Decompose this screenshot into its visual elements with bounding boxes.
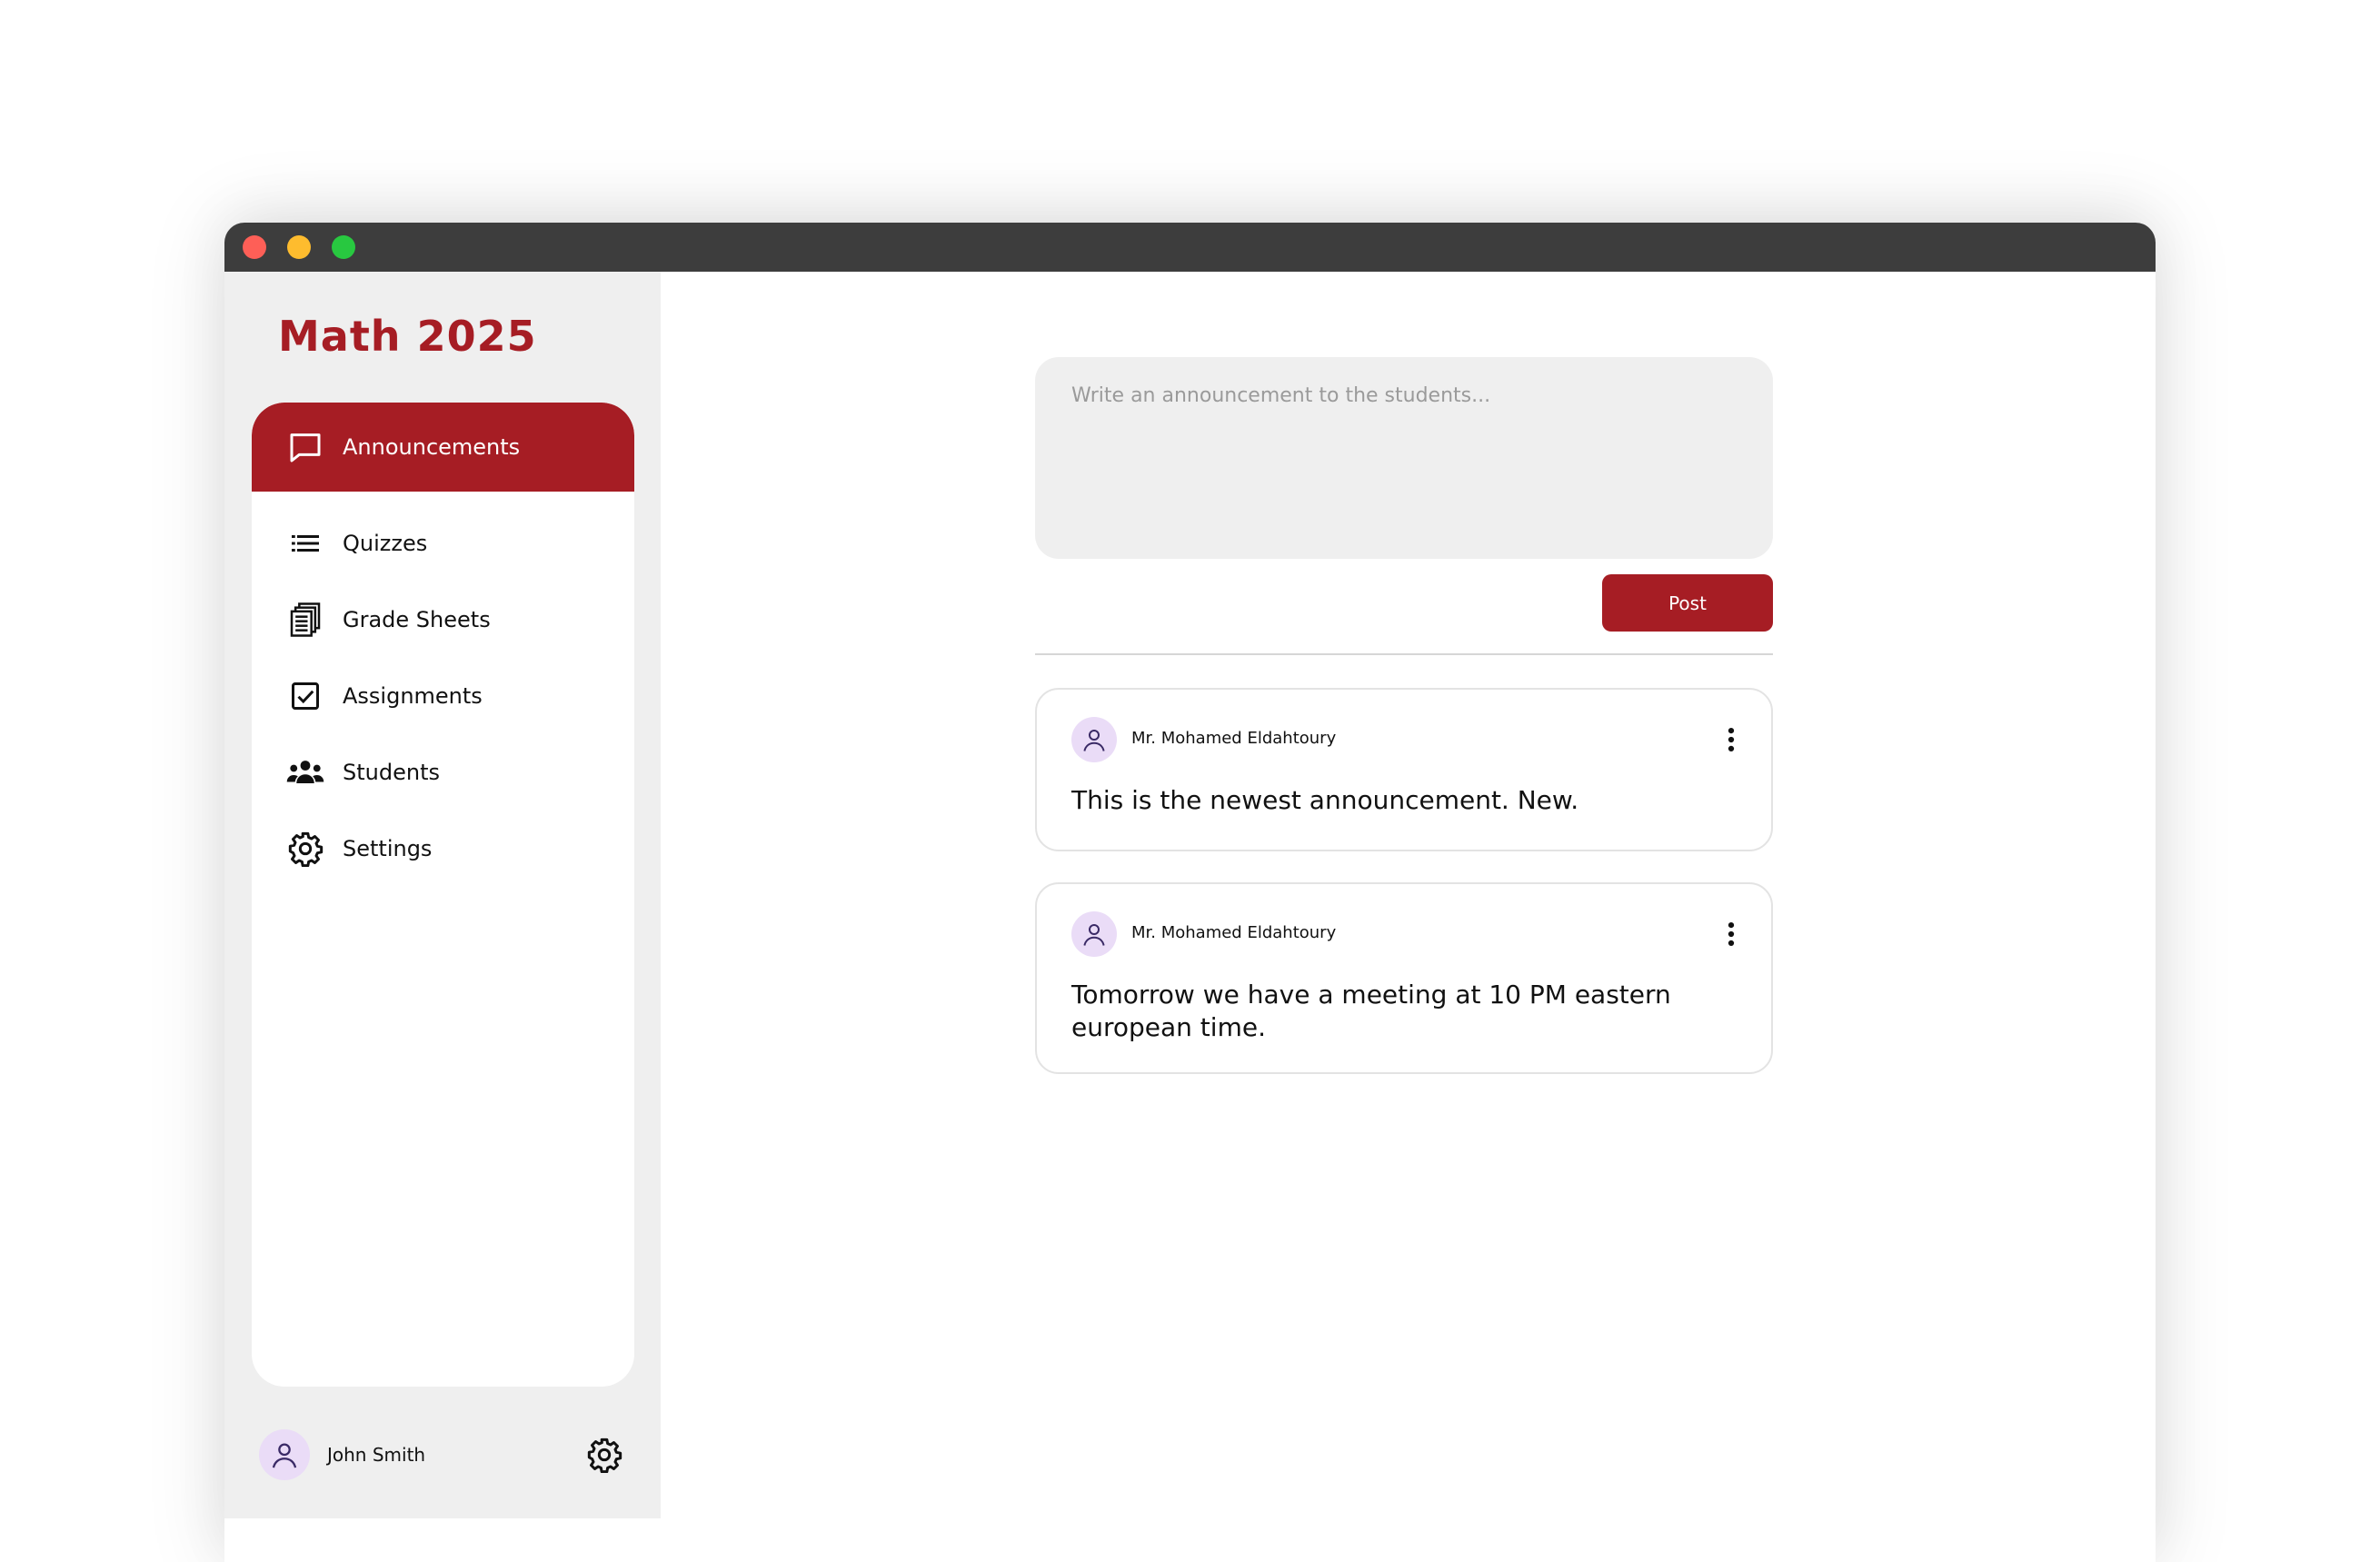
- app-window: Math 2025 Announcements Quizzes Grade Sh…: [224, 223, 2156, 1562]
- sidebar-item-label: Grade Sheets: [343, 607, 491, 632]
- sidebar-item-label: Settings: [343, 836, 433, 861]
- sidebar-item-label: Assignments: [343, 683, 483, 709]
- sidebar-item-assignments[interactable]: Assignments: [252, 653, 634, 739]
- maximize-window-button[interactable]: [332, 235, 355, 259]
- post-button[interactable]: Post: [1602, 574, 1773, 632]
- more-options-icon[interactable]: [1722, 919, 1740, 950]
- avatar: [1071, 717, 1117, 762]
- chat-bubble-icon: [286, 428, 324, 466]
- announcement-input[interactable]: [1035, 357, 1773, 559]
- gear-icon: [286, 830, 324, 868]
- sidebar-item-announcements[interactable]: Announcements: [252, 403, 634, 492]
- sidebar-item-quizzes[interactable]: Quizzes: [252, 501, 634, 586]
- close-window-button[interactable]: [243, 235, 266, 259]
- sidebar-item-grade-sheets[interactable]: Grade Sheets: [252, 577, 634, 662]
- announcement-card: Mr. Mohamed Eldahtoury This is the newes…: [1035, 688, 1773, 851]
- announcement-text: This is the newest announcement. New.: [1071, 785, 1579, 815]
- checkbox-icon: [286, 677, 324, 715]
- sidebar-item-label: Students: [343, 760, 440, 785]
- main-content: Post Mr. Mohamed Eldahtoury This is the …: [661, 272, 2156, 1562]
- title-bar: [224, 223, 2156, 272]
- announcement-author: Mr. Mohamed Eldahtoury: [1131, 729, 1337, 748]
- sidebar-nav: Announcements Quizzes Grade Sheets Assig…: [252, 403, 634, 1387]
- sidebar: Math 2025 Announcements Quizzes Grade Sh…: [224, 272, 661, 1518]
- course-title: Math 2025: [278, 312, 537, 361]
- minimize-window-button[interactable]: [287, 235, 311, 259]
- sidebar-item-settings[interactable]: Settings: [252, 806, 634, 891]
- list-icon: [286, 524, 324, 562]
- announcement-card: Mr. Mohamed Eldahtoury Tomorrow we have …: [1035, 882, 1773, 1074]
- sidebar-item-label: Announcements: [343, 434, 521, 460]
- announcement-text: Tomorrow we have a meeting at 10 PM east…: [1071, 980, 1671, 1042]
- announcement-author: Mr. Mohamed Eldahtoury: [1131, 923, 1337, 942]
- sidebar-item-label: Quizzes: [343, 531, 428, 556]
- avatar: [1071, 911, 1117, 957]
- divider: [1035, 653, 1773, 655]
- people-icon: [286, 753, 324, 791]
- user-settings-gear-icon[interactable]: [586, 1437, 622, 1474]
- user-profile[interactable]: John Smith: [259, 1428, 632, 1482]
- sidebar-item-students[interactable]: Students: [252, 730, 634, 815]
- documents-icon: [286, 601, 324, 639]
- avatar: [259, 1429, 310, 1480]
- user-name: John Smith: [327, 1444, 426, 1466]
- more-options-icon[interactable]: [1722, 724, 1740, 755]
